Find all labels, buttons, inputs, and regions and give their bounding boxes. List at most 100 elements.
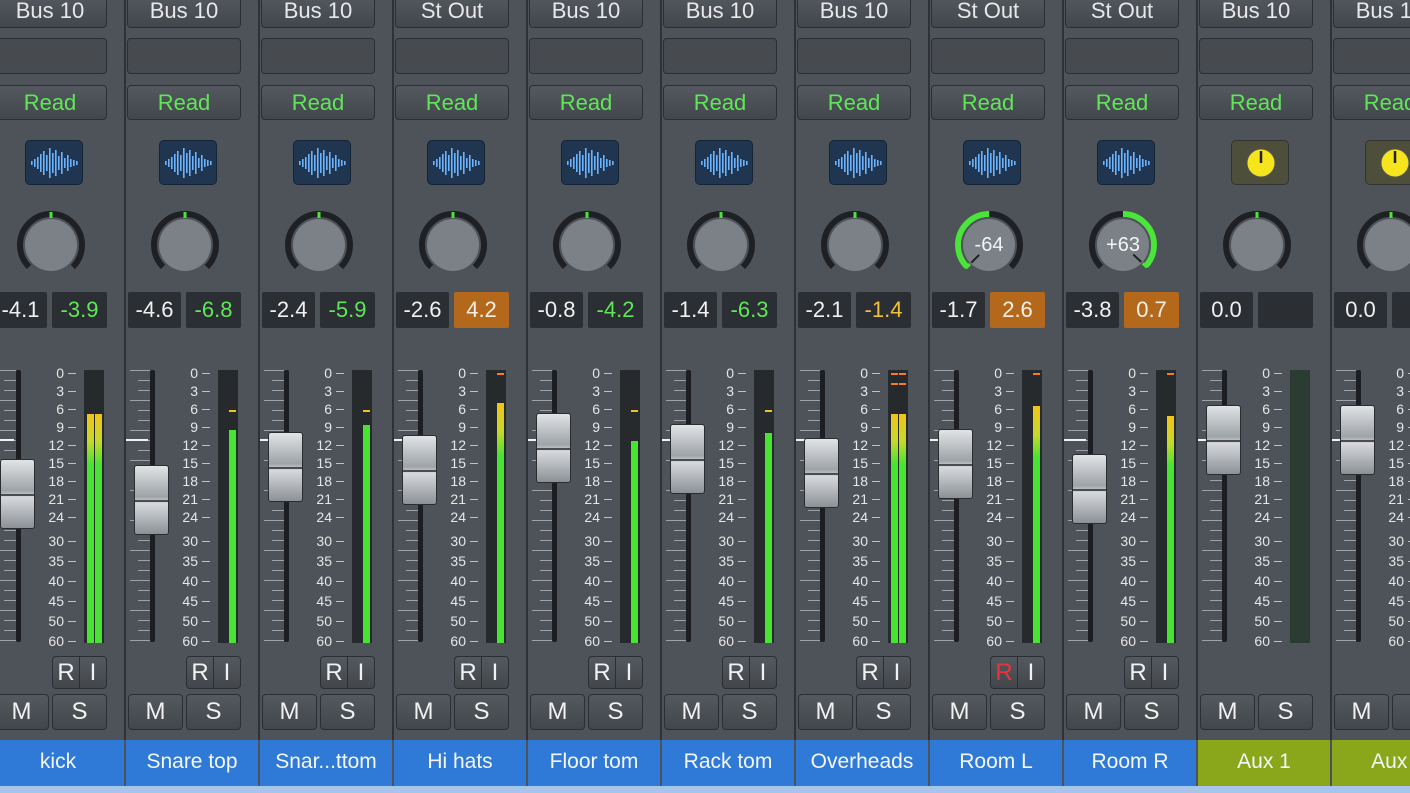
input-monitor-button[interactable]: I	[750, 657, 776, 688]
yellow-knob-icon[interactable]	[1365, 140, 1410, 185]
peak-readout[interactable]: 4.2	[454, 292, 509, 328]
automation-mode-button[interactable]: Read	[1065, 85, 1179, 120]
input-monitor-button[interactable]: I	[884, 657, 910, 688]
record-enable-button[interactable]: R	[589, 657, 616, 688]
mute-button[interactable]: M	[932, 694, 987, 730]
peak-readout[interactable]: -5.9	[320, 292, 375, 328]
insert-slot-empty[interactable]	[1199, 38, 1313, 74]
insert-slot-empty[interactable]	[1333, 38, 1410, 74]
input-monitor-button[interactable]: I	[1018, 657, 1044, 688]
automation-mode-button[interactable]: Read	[931, 85, 1045, 120]
peak-readout[interactable]	[1258, 292, 1313, 328]
channel-name[interactable]: Hi hats	[394, 740, 526, 786]
record-enable-button[interactable]: R	[455, 657, 482, 688]
record-enable-button[interactable]: R	[321, 657, 348, 688]
solo-button[interactable]: S	[186, 694, 241, 730]
solo-button[interactable]: S	[52, 694, 107, 730]
volume-fader[interactable]	[1072, 453, 1107, 524]
volume-readout[interactable]: 0.0	[1334, 292, 1387, 328]
automation-mode-button[interactable]: Read	[663, 85, 777, 120]
channel-name[interactable]: Snar...ttom	[260, 740, 392, 786]
input-monitor-button[interactable]: I	[482, 657, 508, 688]
input-monitor-button[interactable]: I	[616, 657, 642, 688]
input-monitor-button[interactable]: I	[1152, 657, 1178, 688]
insert-slot-empty[interactable]	[261, 38, 375, 74]
pan-knob-active[interactable]: +63	[1088, 210, 1158, 280]
automation-mode-button[interactable]: Read	[127, 85, 241, 120]
peak-readout[interactable]: -6.3	[722, 292, 777, 328]
automation-mode-button[interactable]: Read	[261, 85, 375, 120]
mute-button[interactable]: M	[1200, 694, 1255, 730]
waveform-icon[interactable]	[963, 140, 1021, 185]
record-enable-button[interactable]: R	[1125, 657, 1152, 688]
pan-knob[interactable]	[16, 210, 86, 280]
pan-knob[interactable]	[820, 210, 890, 280]
channel-name[interactable]: Aux 1	[1198, 740, 1330, 786]
pan-knob[interactable]	[1356, 210, 1410, 280]
output-selector[interactable]: St Out	[395, 0, 509, 28]
volume-fader[interactable]	[536, 413, 571, 484]
waveform-icon[interactable]	[561, 140, 619, 185]
volume-fader[interactable]	[134, 464, 169, 535]
record-enable-button[interactable]: R	[723, 657, 750, 688]
waveform-icon[interactable]	[1097, 140, 1155, 185]
pan-knob[interactable]	[686, 210, 756, 280]
automation-mode-button[interactable]: Read	[1199, 85, 1313, 120]
output-selector[interactable]: Bus 10	[529, 0, 643, 28]
pan-knob[interactable]	[150, 210, 220, 280]
insert-slot-empty[interactable]	[0, 38, 107, 74]
output-selector[interactable]: Bus 10	[1333, 0, 1410, 28]
pan-knob[interactable]	[284, 210, 354, 280]
volume-readout[interactable]: -4.6	[128, 292, 181, 328]
output-selector[interactable]: St Out	[1065, 0, 1179, 28]
automation-mode-button[interactable]: Read	[395, 85, 509, 120]
solo-button[interactable]: S	[1392, 694, 1410, 730]
solo-button[interactable]: S	[990, 694, 1045, 730]
volume-fader[interactable]	[268, 432, 303, 503]
solo-button[interactable]: S	[320, 694, 375, 730]
record-enable-button[interactable]: R	[187, 657, 214, 688]
peak-readout[interactable]: -6.8	[186, 292, 241, 328]
pan-knob[interactable]	[1222, 210, 1292, 280]
mute-button[interactable]: M	[396, 694, 451, 730]
channel-name[interactable]: Aux 2	[1332, 740, 1410, 786]
peak-readout[interactable]	[1392, 292, 1410, 328]
volume-readout[interactable]: 0.0	[1200, 292, 1253, 328]
output-selector[interactable]: Bus 10	[663, 0, 777, 28]
record-enable-button[interactable]: R	[53, 657, 80, 688]
automation-mode-button[interactable]: Read	[797, 85, 911, 120]
volume-readout[interactable]: -2.4	[262, 292, 315, 328]
solo-button[interactable]: S	[856, 694, 911, 730]
insert-slot-empty[interactable]	[931, 38, 1045, 74]
volume-readout[interactable]: -2.6	[396, 292, 449, 328]
insert-slot-empty[interactable]	[127, 38, 241, 74]
output-selector[interactable]: Bus 10	[127, 0, 241, 28]
insert-slot-empty[interactable]	[529, 38, 643, 74]
record-enable-button[interactable]: R	[857, 657, 884, 688]
automation-mode-button[interactable]: Read	[0, 85, 107, 120]
waveform-icon[interactable]	[829, 140, 887, 185]
solo-button[interactable]: S	[454, 694, 509, 730]
channel-name[interactable]: Snare top	[126, 740, 258, 786]
volume-fader[interactable]	[804, 437, 839, 508]
output-selector[interactable]: Bus 10	[0, 0, 107, 28]
input-monitor-button[interactable]: I	[80, 657, 106, 688]
waveform-icon[interactable]	[427, 140, 485, 185]
volume-fader[interactable]	[402, 434, 437, 505]
waveform-icon[interactable]	[159, 140, 217, 185]
volume-readout[interactable]: -1.4	[664, 292, 717, 328]
channel-name[interactable]: Room R	[1064, 740, 1196, 786]
output-selector[interactable]: Bus 10	[1199, 0, 1313, 28]
input-monitor-button[interactable]: I	[214, 657, 240, 688]
volume-fader[interactable]	[0, 459, 35, 530]
channel-name[interactable]: Rack tom	[662, 740, 794, 786]
peak-readout[interactable]: -3.9	[52, 292, 107, 328]
record-enable-button[interactable]: R	[991, 657, 1018, 688]
peak-readout[interactable]: -1.4	[856, 292, 911, 328]
peak-readout[interactable]: 0.7	[1124, 292, 1179, 328]
pan-knob[interactable]	[418, 210, 488, 280]
waveform-icon[interactable]	[695, 140, 753, 185]
volume-readout[interactable]: -0.8	[530, 292, 583, 328]
volume-readout[interactable]: -1.7	[932, 292, 985, 328]
automation-mode-button[interactable]: Read	[529, 85, 643, 120]
